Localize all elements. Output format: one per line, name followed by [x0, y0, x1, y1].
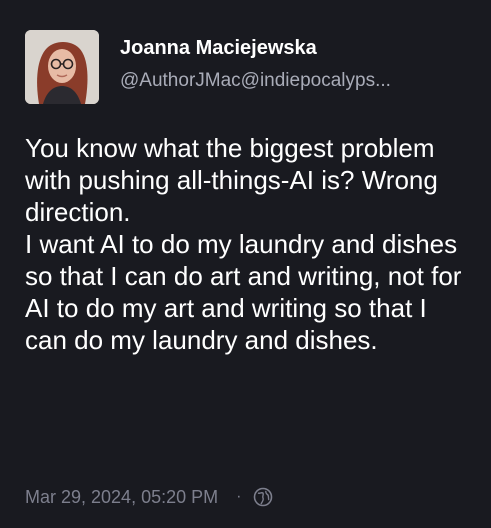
post-paragraph-2: I want AI to do my laundry and dishes so…	[25, 229, 462, 355]
author-names: Joanna Maciejewska @AuthorJMac@indiepoca…	[120, 36, 480, 93]
post-paragraph-1: You know what the biggest problem with p…	[25, 133, 438, 227]
avatar[interactable]	[25, 30, 99, 104]
post-content: You know what the biggest problem with p…	[25, 132, 475, 356]
display-name[interactable]: Joanna Maciejewska	[120, 36, 480, 60]
meta-separator: ·	[236, 488, 242, 505]
post-card: Joanna Maciejewska @AuthorJMac@indiepoca…	[0, 0, 491, 528]
post-meta: Mar 29, 2024, 05:20 PM ·	[25, 484, 273, 510]
globe-icon	[253, 487, 273, 507]
author-handle[interactable]: @AuthorJMac@indiepocalyps...	[120, 69, 480, 93]
post-timestamp[interactable]: Mar 29, 2024, 05:20 PM	[25, 487, 218, 508]
post-header: Joanna Maciejewska @AuthorJMac@indiepoca…	[25, 30, 475, 104]
